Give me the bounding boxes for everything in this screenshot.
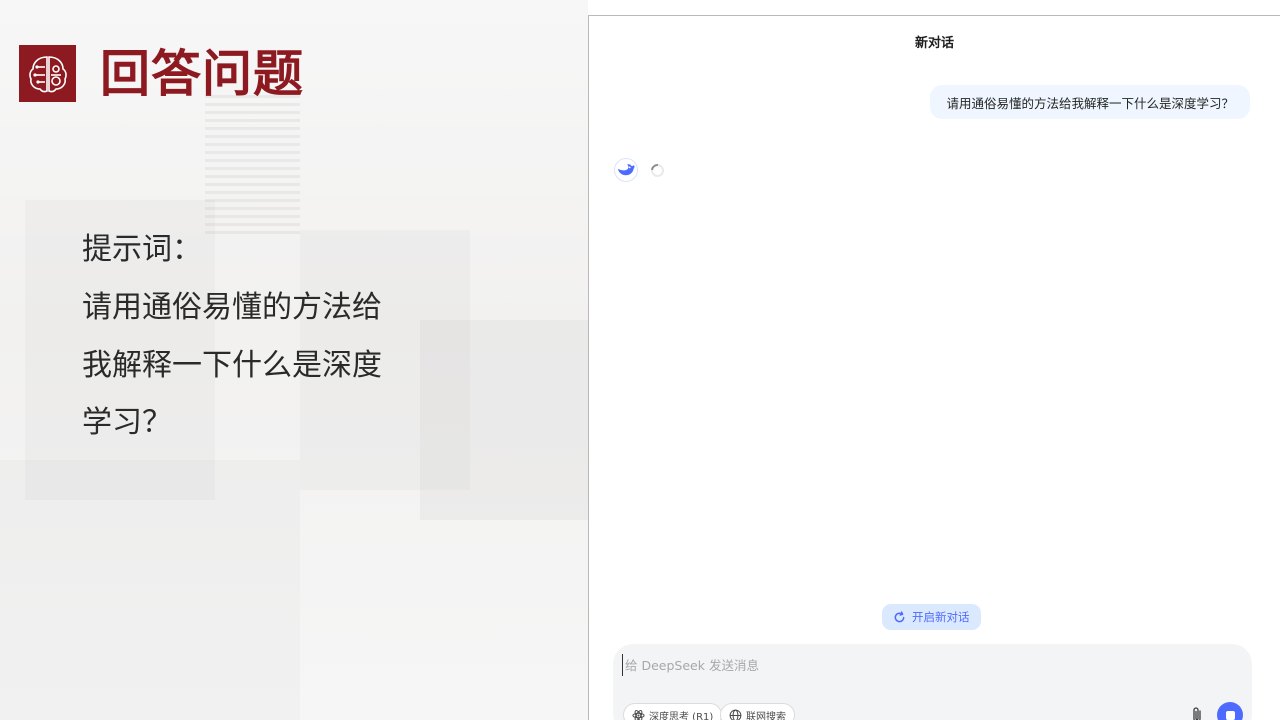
prompt-text-line: 请用通俗易懂的方法给: [82, 290, 382, 325]
chat-window: 新对话 请用通俗易懂的方法给我解释一下什么是深度学习？ 开启新对话 给 Deep…: [588, 15, 1280, 720]
stop-icon: [1225, 710, 1235, 720]
chat-title: 新对话: [914, 36, 954, 51]
prompt-text-line: 学习？: [82, 405, 172, 440]
new-chat-button[interactable]: 开启新对话: [882, 604, 981, 630]
presentation-slide: 回答问题 提示词： 请用通俗易懂的方法给 我解释一下什么是深度 学习？: [0, 0, 588, 720]
user-message-bubble: 请用通俗易懂的方法给我解释一下什么是深度学习？: [930, 85, 1250, 119]
deep-think-toggle[interactable]: 深度思考 (R1): [623, 703, 723, 720]
prompt-label: 提示词：: [82, 232, 202, 267]
globe-icon: [729, 709, 742, 720]
whale-icon: [614, 158, 638, 182]
stop-generation-button[interactable]: [1217, 702, 1243, 720]
slide-title: 回答问题: [100, 44, 304, 103]
message-composer: 深度思考 (R1) 联网搜索: [613, 644, 1252, 720]
web-search-label: 联网搜索: [746, 711, 786, 720]
background-watermark: [205, 95, 300, 235]
refresh-icon: [894, 610, 905, 622]
prompt-text-line: 我解释一下什么是深度: [82, 348, 382, 383]
message-input[interactable]: [622, 654, 1182, 676]
atom-icon: [632, 709, 645, 720]
deep-think-label: 深度思考 (R1): [649, 711, 714, 720]
brain-circuit-icon: [19, 45, 76, 102]
web-search-toggle[interactable]: 联网搜索: [720, 703, 795, 720]
background-watermark: [0, 460, 300, 720]
loading-spinner: [648, 161, 667, 180]
background-watermark: [420, 320, 588, 520]
paperclip-icon[interactable]: [1187, 703, 1207, 720]
new-chat-label: 开启新对话: [912, 610, 970, 624]
